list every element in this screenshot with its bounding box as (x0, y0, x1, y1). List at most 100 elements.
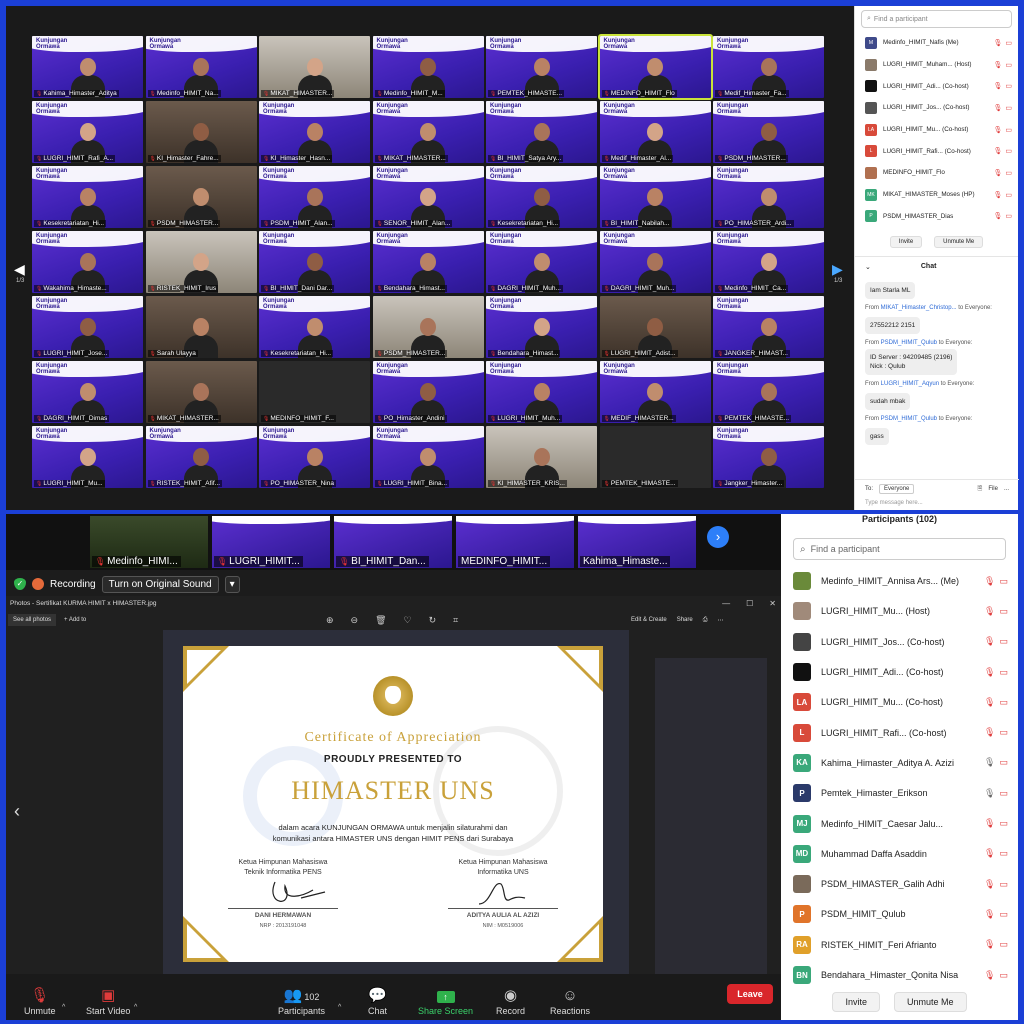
favorite-icon[interactable]: ♡ (404, 615, 412, 626)
crop-icon[interactable]: ⌗ (453, 615, 458, 626)
strip-next-icon[interactable]: › (707, 526, 729, 548)
video-tile[interactable]: MEDINFO_HIMIT_F... (259, 361, 370, 423)
video-tile[interactable]: Kunjungan Ormawa Medinfo_HIMIT_M... (372, 36, 484, 98)
participants-button[interactable]: 👥 102 Participants (278, 986, 325, 1016)
video-tile[interactable]: LUGRI_HIMIT_Adist... (599, 296, 711, 358)
video-tile[interactable]: Kunjungan Ormawa BI_HIMIT_Dani Dar... (259, 231, 370, 293)
participant-row[interactable]: MK MIKAT_HIMASTER_Moses (HP) 🎙 ▭ (855, 184, 1018, 206)
gallery-prev-icon[interactable]: ◀ (14, 261, 25, 278)
invite-button[interactable]: Invite (832, 992, 880, 1012)
leave-button[interactable]: Leave (727, 984, 773, 1004)
close-icon[interactable]: ✕ (769, 599, 776, 608)
previous-photo-icon[interactable]: ‹ (14, 801, 20, 822)
strip-video-tile[interactable]: Kahima_Himaste... (578, 516, 696, 568)
video-tile[interactable]: MIKAT_HIMASTER... (145, 361, 257, 423)
add-to-button[interactable]: + Add to (64, 617, 86, 623)
chat-collapse-icon[interactable]: ⌄ (865, 263, 871, 271)
video-tile[interactable]: Kunjungan Ormawa DAGRI_HIMIT_Muh... (599, 231, 711, 293)
video-tile[interactable]: Kunjungan Ormawa LUGRI_HIMIT_Bina... (372, 426, 484, 488)
top-invite-button[interactable]: Invite (889, 236, 923, 248)
participant-row[interactable]: MD Muhammad Daffa Asaddin 🎙 ▭ (781, 839, 1018, 869)
file-button[interactable]: File (988, 486, 998, 492)
participant-row[interactable]: P Pemtek_Himaster_Erikson 🎙 ▭ (781, 778, 1018, 808)
participant-row[interactable]: RA RISTEK_HIMIT_Feri Afrianto 🎙 ▭ (781, 930, 1018, 960)
video-tile[interactable]: Kunjungan Ormawa BI_HIMIT_Nabilah... (599, 166, 711, 228)
strip-video-tile[interactable]: BI_HIMIT_Dan... (334, 516, 452, 568)
video-tile[interactable]: Kunjungan Ormawa Kesekretariatan_Hi... (259, 296, 370, 358)
audio-options-icon[interactable]: ^ (62, 1004, 65, 1011)
unmute-me-button[interactable]: Unmute Me (893, 992, 967, 1012)
top-unmute-me-button[interactable]: Unmute Me (934, 236, 984, 248)
video-tile[interactable]: Kunjungan Ormawa BI_HIMIT_Satya Ary... (486, 101, 597, 163)
video-tile[interactable]: Kunjungan Ormawa PEMTEK_HIMASTE... (713, 361, 824, 423)
video-tile[interactable]: Kunjungan Ormawa KI_Himaster_Hasn... (259, 101, 370, 163)
video-tile[interactable]: Kunjungan Ormawa JANGKER_HIMAST... (713, 296, 824, 358)
video-tile[interactable]: Kunjungan Ormawa DAGRI_HIMIT_Dimas (32, 361, 143, 423)
video-tile[interactable]: Kunjungan Ormawa Kesekretariatan_Hi... (32, 166, 143, 228)
video-tile[interactable]: Kunjungan Ormawa MEDIF_HIMASTER... (599, 361, 711, 423)
video-tile[interactable]: KI_Himaster_Fahre... (145, 101, 257, 163)
participant-row[interactable]: MEDINFO_HIMIT_Flo 🎙 ▭ (855, 162, 1018, 184)
video-tile[interactable]: Sarah Ulayya (145, 296, 257, 358)
video-tile[interactable]: Kunjungan Ormawa PEMTEK_HIMASTE... (486, 36, 597, 98)
video-tile[interactable]: Kunjungan Ormawa Medif_Himaster_Al... (599, 101, 711, 163)
video-tile[interactable]: Kunjungan Ormawa Wakahima_Himaste... (32, 231, 143, 293)
participant-row[interactable]: PSDM_HIMASTER_Galih Adhi 🎙 ▭ (781, 869, 1018, 899)
video-tile[interactable]: Kunjungan Ormawa LUGRI_HIMIT_Muh... (486, 361, 597, 423)
video-tile[interactable]: Kunjungan Ormawa MIKAT_HIMASTER... (372, 101, 484, 163)
video-tile[interactable]: Kunjungan Ormawa DAGRI_HIMIT_Muh... (486, 231, 597, 293)
video-tile[interactable]: PSDM_HIMASTER... (372, 296, 484, 358)
video-tile[interactable]: Kunjungan Ormawa Medinfo_HIMIT_Na... (145, 36, 257, 98)
video-tile[interactable]: Kunjungan Ormawa MEDINFO_HIMIT_Flo (597, 34, 713, 100)
video-tile[interactable]: Kunjungan Ormawa Bendahara_Himast... (372, 231, 484, 293)
video-tile[interactable]: MIKAT_HIMASTER... (259, 36, 370, 98)
participant-row[interactable]: L LUGRI_HIMIT_Rafi... (Co-host) 🎙 ▭ (781, 717, 1018, 747)
participant-row[interactable]: LA LUGRI_HIMIT_Mu... (Co-host) 🎙 ▭ (855, 119, 1018, 141)
video-tile[interactable]: Kunjungan Ormawa RISTEK_HIMIT_Afif... (145, 426, 257, 488)
see-all-photos-button[interactable]: See all photos (8, 614, 57, 626)
participant-search-field[interactable]: ⌕ Find a participant (793, 538, 1006, 560)
share-screen-button[interactable]: ↑ Share Screen (418, 991, 473, 1016)
participant-row[interactable]: Medinfo_HIMIT_Annisa Ars... (Me) 🎙 ▭ (781, 566, 1018, 596)
gallery-next-icon[interactable]: ▶ (832, 261, 843, 278)
zoom-in-icon[interactable]: ⊕ (326, 615, 334, 626)
recipient-select[interactable]: Everyone (879, 484, 915, 494)
participant-row[interactable]: LUGRI_HIMIT_Muham... (Host) 🎙 ▭ (855, 54, 1018, 76)
delete-icon[interactable]: 🗑 (375, 615, 386, 626)
participant-row[interactable]: BN Bendahara_Himaster_Qonita Nisa 🎙 ▭ (781, 960, 1018, 988)
maximize-icon[interactable]: ☐ (746, 599, 753, 608)
video-tile[interactable]: Kunjungan Ormawa LUGRI_HIMIT_Jose... (32, 296, 143, 358)
rotate-icon[interactable]: ↻ (429, 615, 437, 626)
start-video-button[interactable]: ▣ Start Video (86, 986, 130, 1016)
video-tile[interactable]: Kunjungan Ormawa Jangker_Himaster... (713, 426, 824, 488)
participants-options-icon[interactable]: ^ (338, 1004, 341, 1011)
video-tile[interactable]: Kunjungan Ormawa PO_HIMASTER_Ardi... (713, 166, 824, 228)
video-tile[interactable]: KI_HIMASTER_KRIS... (486, 426, 597, 488)
video-tile[interactable]: RISTEK_HIMIT_Irus (145, 231, 257, 293)
edit-create-button[interactable]: Edit & Create (631, 617, 667, 624)
record-button[interactable]: ◉ Record (496, 986, 525, 1016)
video-tile[interactable]: PEMTEK_HIMASTE... (599, 426, 711, 488)
more-options-icon[interactable]: ⋯ (718, 617, 724, 624)
participant-row[interactable]: LUGRI_HIMIT_Adi... (Co-host) 🎙 ▭ (855, 75, 1018, 97)
top-search-field[interactable]: ⌕ Find a participant (861, 10, 1012, 28)
video-tile[interactable]: Kunjungan Ormawa PSDM_HIMIT_Alan... (259, 166, 370, 228)
video-tile[interactable]: Kunjungan Ormawa LUGRI_HIMIT_Mu... (32, 426, 143, 488)
video-tile[interactable]: Kunjungan Ormawa Medinfo_HIMIT_Ca... (713, 231, 824, 293)
video-tile[interactable]: Kunjungan Ormawa LUGRI_HIMIT_Rafi_A... (32, 101, 143, 163)
strip-video-tile[interactable]: LUGRI_HIMIT... (212, 516, 330, 568)
participant-row[interactable]: P PSDM_HIMASTER_Dias 🎙 ▭ (855, 206, 1018, 228)
share-button[interactable]: Share (677, 617, 693, 624)
participant-row[interactable]: M Medinfo_HIMIT_Nafis (Me) 🎙 ▭ (855, 32, 1018, 54)
video-tile[interactable]: Kunjungan Ormawa PSDM_HIMASTER... (713, 101, 824, 163)
strip-video-tile[interactable]: Medinfo_HIMI... (90, 516, 208, 568)
participant-row[interactable]: P PSDM_HIMIT_Qulub 🎙 ▭ (781, 899, 1018, 929)
strip-video-tile[interactable]: MEDINFO_HIMIT... (456, 516, 574, 568)
minimize-icon[interactable]: — (722, 599, 730, 608)
reactions-button[interactable]: ☺ Reactions (550, 987, 590, 1016)
chat-input[interactable]: Type message here... (865, 500, 1009, 506)
participant-row[interactable]: MJ Medinfo_HIMIT_Caesar Jalu... 🎙 ▭ (781, 808, 1018, 838)
video-tile[interactable]: Kunjungan Ormawa Bendahara_Himast... (486, 296, 597, 358)
participant-row[interactable]: KA Kahima_Himaster_Aditya A. Azizi 🎙 ▭ (781, 748, 1018, 778)
original-sound-dropdown-icon[interactable]: ▾ (224, 575, 240, 593)
